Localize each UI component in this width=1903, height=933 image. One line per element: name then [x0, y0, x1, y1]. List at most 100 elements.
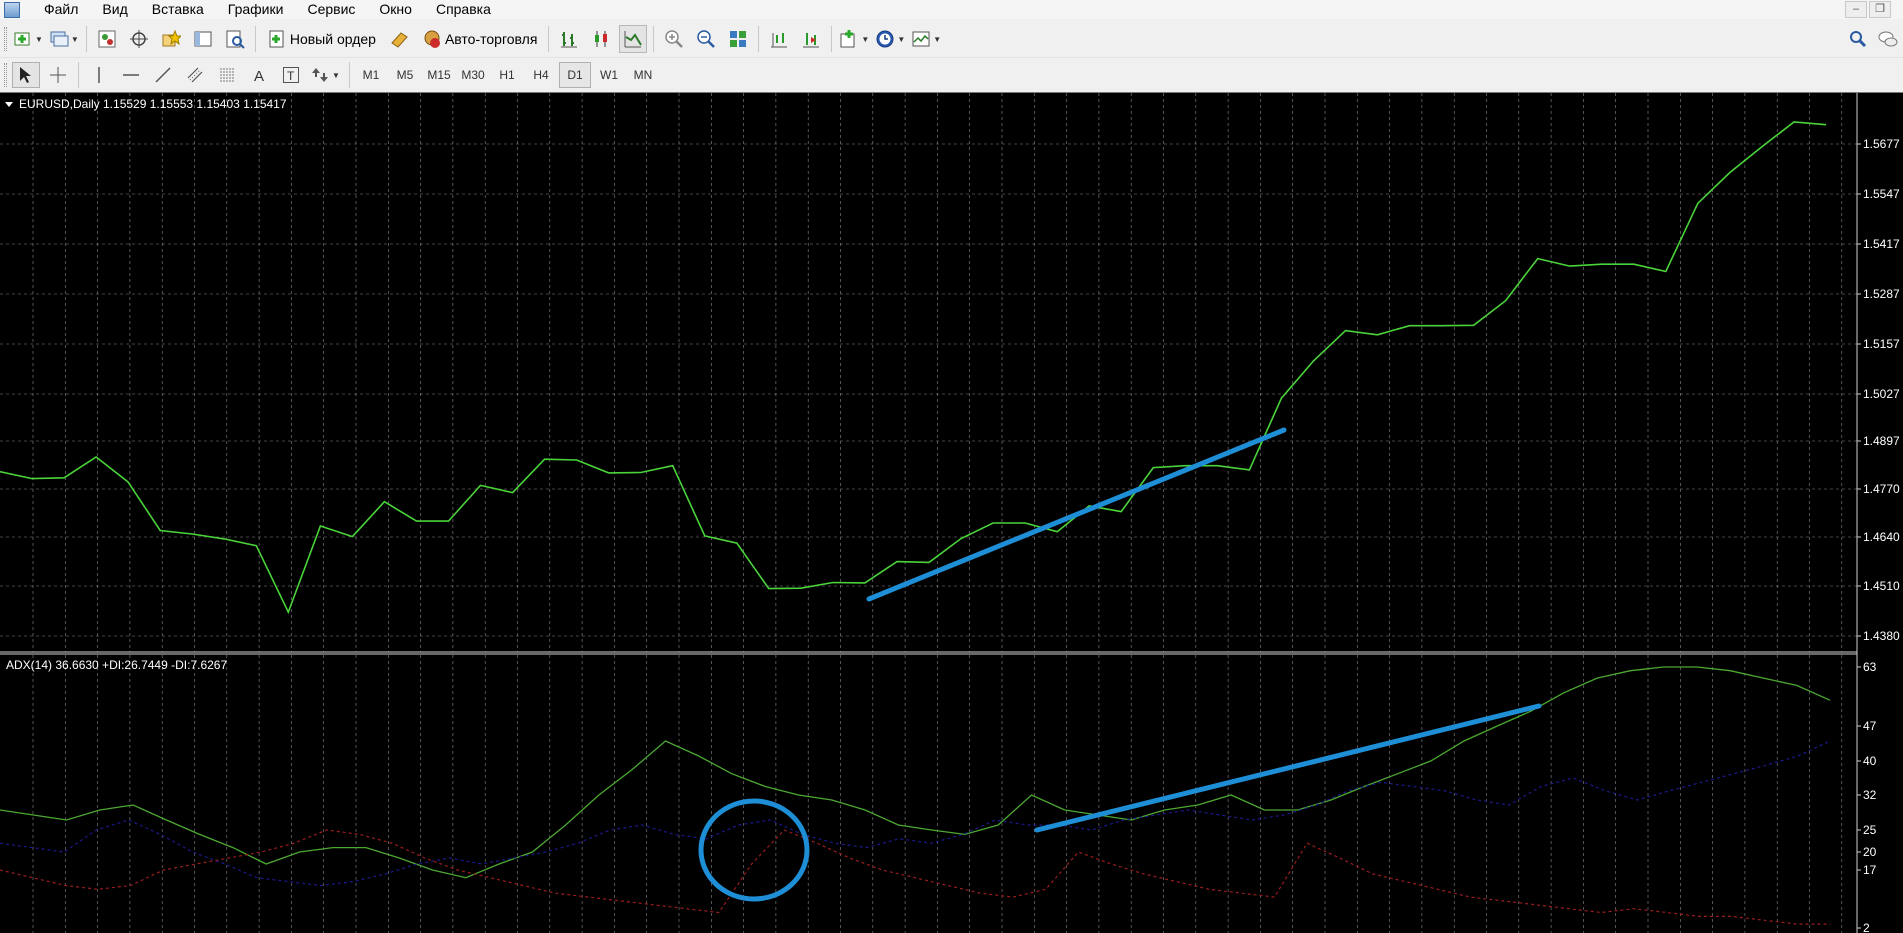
separator [653, 26, 655, 52]
new-chart-button[interactable]: ▼ [12, 25, 44, 53]
timeframe-d1[interactable]: D1 [559, 62, 591, 88]
chat-button[interactable] [1874, 25, 1902, 53]
data-window-button[interactable] [125, 25, 153, 53]
timeframe-mn[interactable]: MN [627, 62, 659, 88]
adx-tick-label: 17 [1863, 863, 1877, 877]
profiles-button[interactable]: ▼ [48, 25, 80, 53]
price-series-line [0, 121, 1827, 615]
minimize-icon[interactable]: – [1845, 1, 1867, 18]
chart-canvas[interactable]: EURUSD,Daily 1.15529 1.15553 1.15403 1.1… [0, 93, 1903, 933]
adx-grid [32, 655, 1843, 933]
vertical-line-tool[interactable] [85, 62, 113, 88]
metaeditor-button[interactable] [385, 25, 413, 53]
circle-annotation[interactable] [698, 798, 810, 902]
separator [78, 62, 79, 88]
svg-text:T: T [287, 69, 295, 83]
line-chart-icon [624, 31, 643, 48]
price-tick-label: 1.4380 [1863, 629, 1900, 643]
new-chart-icon [14, 32, 30, 46]
auto-trading-button[interactable]: Авто-торговля [417, 25, 542, 53]
standard-toolbar: ▼ ▼ Новый ордер Авто-торговля ▼ ▼ ▼ [0, 21, 1903, 58]
equidistant-channel-icon [187, 67, 203, 83]
auto-trading-icon [424, 30, 440, 48]
crosshair-target-icon [129, 30, 148, 48]
timeframe-w1[interactable]: W1 [593, 62, 625, 88]
menu-charts[interactable]: Графики [216, 0, 296, 19]
bar-chart-icon [561, 32, 578, 48]
cursor-tool[interactable] [12, 62, 40, 88]
channel-tool[interactable] [181, 62, 209, 88]
navigator-star-icon [162, 29, 181, 47]
tile-windows-button[interactable] [724, 25, 752, 53]
adx-tick-label: 47 [1863, 719, 1877, 733]
templates-icon [912, 31, 930, 47]
arrows-tool[interactable]: ▼ [309, 62, 343, 88]
timeframe-m30[interactable]: M30 [457, 62, 489, 88]
price-tick-label: 1.5157 [1863, 337, 1900, 351]
zoom-in-button[interactable] [660, 25, 688, 53]
vertical-line-icon [98, 67, 100, 83]
chart-shift-icon [771, 33, 788, 48]
templates-button[interactable]: ▼ [910, 25, 942, 53]
collapse-triangle-icon[interactable] [5, 102, 13, 107]
timeframe-m15[interactable]: M15 [423, 62, 455, 88]
market-watch-button[interactable] [93, 25, 121, 53]
indicators-button[interactable]: ▼ [838, 25, 870, 53]
auto-scroll-button[interactable] [797, 25, 825, 53]
market-watch-icon [98, 30, 116, 48]
terminal-button[interactable] [189, 25, 217, 53]
horizontal-line-tool[interactable] [117, 62, 145, 88]
text-a-icon: A [254, 68, 264, 84]
price-trendline-annotation[interactable] [866, 427, 1287, 602]
candlestick-button[interactable] [587, 25, 615, 53]
text-tool[interactable]: A [245, 62, 273, 88]
adx-trendline-annotation[interactable] [1034, 703, 1542, 833]
restore-icon[interactable]: ❐ [1869, 1, 1891, 18]
new-order-button[interactable]: Новый ордер [262, 25, 381, 53]
svg-text:A: A [254, 68, 264, 84]
periods-button[interactable]: ▼ [874, 25, 906, 53]
search-button[interactable] [1844, 25, 1872, 53]
zoom-out-button[interactable] [692, 25, 720, 53]
menu-tools[interactable]: Сервис [295, 0, 367, 19]
trendline-tool[interactable] [149, 62, 177, 88]
fibonacci-tool[interactable] [213, 62, 241, 88]
app-icon[interactable] [4, 1, 20, 18]
chart-window[interactable]: EURUSD,Daily 1.15529 1.15553 1.15403 1.1… [0, 92, 1903, 933]
price-tick-label: 1.4510 [1863, 579, 1900, 593]
metatrader-window: Файл Вид Вставка Графики Сервис Окно Спр… [0, 0, 1903, 933]
adx-line [0, 666, 1831, 879]
toolbar-grip[interactable] [4, 27, 7, 51]
separator [548, 26, 550, 52]
toolbar-grip[interactable] [4, 63, 7, 87]
timeframe-h1[interactable]: H1 [491, 62, 523, 88]
zoom-out-icon [697, 30, 716, 48]
adx-header-text: ADX(14) 36.6630 +DI:26.7449 -DI:7.6267 [6, 658, 227, 672]
chart-shift-button[interactable] [765, 25, 793, 53]
menu-window[interactable]: Окно [367, 0, 424, 19]
price-grid [0, 93, 1857, 652]
menu-file[interactable]: Файл [32, 0, 90, 19]
navigator-button[interactable] [157, 25, 185, 53]
new-order-icon [269, 30, 284, 48]
bar-chart-button[interactable] [555, 25, 583, 53]
timeframe-m5[interactable]: M5 [389, 62, 421, 88]
strategy-tester-button[interactable] [221, 25, 249, 53]
strategy-tester-icon [226, 30, 245, 49]
price-tick-label: 1.4897 [1863, 434, 1900, 448]
timeframe-h4[interactable]: H4 [525, 62, 557, 88]
adx-tick-label: 40 [1863, 754, 1877, 768]
menu-help[interactable]: Справка [424, 0, 503, 19]
timeframe-m1[interactable]: M1 [355, 62, 387, 88]
drawing-toolbar: A T ▼ M1 M5 M15 M30 H1 H4 D1 W1 MN [0, 58, 1903, 92]
separator [85, 26, 87, 52]
crosshair-tool[interactable] [44, 62, 72, 88]
candlestick-icon [595, 31, 608, 47]
separator [254, 26, 256, 52]
line-chart-button[interactable] [619, 25, 648, 53]
menu-view[interactable]: Вид [90, 0, 139, 19]
minus-di-line [0, 829, 1830, 925]
menu-insert[interactable]: Вставка [140, 0, 216, 19]
price-tick-label: 1.5417 [1863, 237, 1900, 251]
text-label-tool[interactable]: T [277, 62, 305, 88]
